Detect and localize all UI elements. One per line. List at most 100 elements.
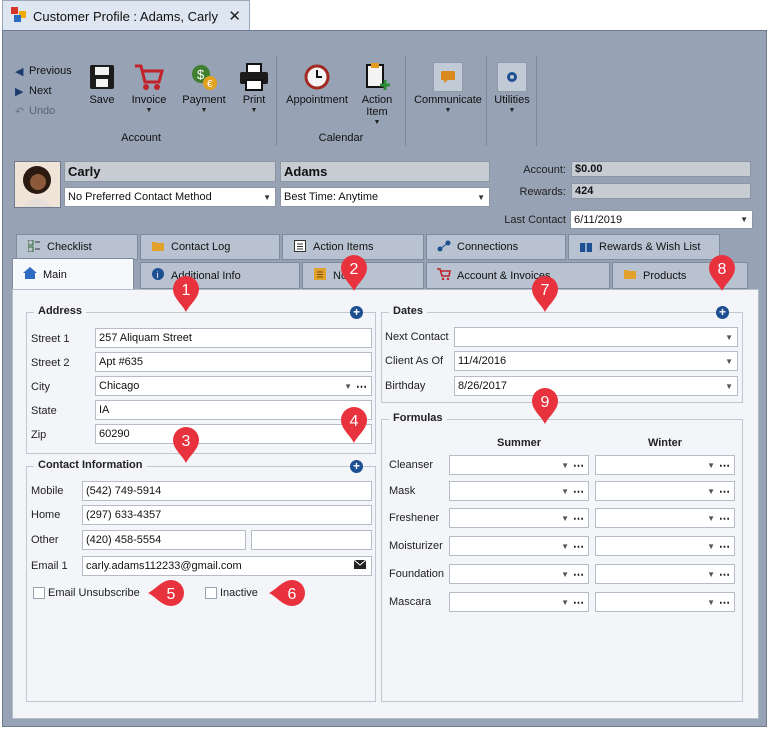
more-icon[interactable]: ⋯ (573, 596, 584, 609)
moisturizer-winter-select[interactable]: ▼ ⋯ (595, 536, 735, 556)
client-as-of-select[interactable]: 11/4/2016 ▼ (454, 351, 738, 371)
tab-account-invoices[interactable]: Account & Invoices (426, 262, 610, 289)
add-contact-icon[interactable]: + (350, 460, 363, 473)
chevron-down-icon: ▼ (561, 541, 569, 551)
other-phone-input[interactable]: (420) 458-5554 (82, 530, 246, 550)
gear-icon (497, 62, 527, 92)
connections-icon (437, 240, 451, 255)
cleanser-summer-select[interactable]: ▼ ⋯ (449, 455, 589, 475)
cleanser-winter-select[interactable]: ▼ ⋯ (595, 455, 735, 475)
client-as-of-label: Client As Of (385, 355, 444, 367)
state-input[interactable]: IA (95, 400, 372, 420)
utilities-button[interactable]: Utilities ▼ (490, 60, 534, 114)
envelope-icon[interactable] (353, 559, 367, 572)
previous-button[interactable]: ◀ Previous (15, 61, 72, 81)
formula-row-label: Mascara (389, 596, 432, 608)
email-unsubscribe-checkbox[interactable] (33, 587, 45, 599)
list-icon (293, 239, 307, 255)
tab-main[interactable]: Main (12, 258, 134, 290)
home-phone-input[interactable]: (297) 633-4357 (82, 505, 372, 525)
freshener-winter-select[interactable]: ▼ ⋯ (595, 508, 735, 528)
mascara-winter-select[interactable]: ▼ ⋯ (595, 592, 735, 612)
mascara-summer-select[interactable]: ▼ ⋯ (449, 592, 589, 612)
chevron-down-icon: ▼ (707, 513, 715, 523)
tab-connections[interactable]: Connections (426, 234, 566, 260)
add-address-icon[interactable]: + (350, 306, 363, 319)
add-date-icon[interactable]: + (716, 306, 729, 319)
chevron-down-icon: ▼ (707, 569, 715, 579)
mask-summer-select[interactable]: ▼ ⋯ (449, 481, 589, 501)
contact-method-select[interactable]: No Preferred Contact Method ▼ (64, 187, 276, 207)
other-phone-extra-input[interactable] (251, 530, 372, 550)
mobile-input[interactable]: (542) 749-5914 (82, 481, 372, 501)
more-icon[interactable]: ⋯ (573, 568, 584, 581)
inactive-label: Inactive (220, 587, 258, 599)
print-button[interactable]: Print ▼ (235, 60, 273, 114)
more-icon[interactable]: ⋯ (573, 512, 584, 525)
tab-rewards-wish-list[interactable]: Rewards & Wish List (568, 234, 720, 260)
more-icon[interactable]: ⋯ (356, 380, 367, 393)
next-label: Next (29, 85, 52, 97)
chevron-down-icon: ▼ (200, 107, 208, 114)
more-icon[interactable]: ⋯ (719, 485, 730, 498)
last-name-field[interactable]: Adams (280, 161, 490, 182)
chevron-down-icon: ▼ (707, 460, 715, 470)
chevron-down-icon: ▼ (250, 107, 258, 114)
next-button[interactable]: ▶ Next (15, 81, 72, 101)
more-icon[interactable]: ⋯ (719, 512, 730, 525)
email1-input[interactable]: carly.adams112233@gmail.com (82, 556, 372, 576)
freshener-summer-select[interactable]: ▼ ⋯ (449, 508, 589, 528)
document-tab[interactable]: Customer Profile : Adams, Carly ✕ (2, 0, 250, 31)
arrow-right-icon: ▶ (15, 85, 24, 98)
communicate-button[interactable]: Communicate ▼ (411, 60, 485, 114)
tab-contact-log[interactable]: Contact Log (140, 234, 280, 260)
tab-additional-info[interactable]: i Additional Info (140, 262, 300, 289)
summer-column-header: Summer (496, 437, 542, 449)
more-icon[interactable]: ⋯ (573, 540, 584, 553)
ribbon-separator (276, 56, 277, 146)
city-label: City (31, 381, 50, 393)
more-icon[interactable]: ⋯ (719, 596, 730, 609)
foundation-summer-select[interactable]: ▼ ⋯ (449, 564, 589, 584)
undo-button[interactable]: ↶ Undo (15, 101, 72, 121)
payment-button[interactable]: $ € Payment ▼ (177, 60, 231, 114)
foundation-winter-select[interactable]: ▼ ⋯ (595, 564, 735, 584)
more-icon[interactable]: ⋯ (573, 485, 584, 498)
tab-checklist[interactable]: Checklist (16, 234, 138, 260)
city-select[interactable]: Chicago ▼ ⋯ (95, 376, 372, 396)
action-item-button[interactable]: Action Item ▼ (357, 60, 397, 126)
zip-input[interactable]: 60290 (95, 424, 372, 444)
save-button[interactable]: Save (85, 60, 119, 106)
invoice-button[interactable]: Invoice ▼ (127, 60, 171, 114)
more-icon[interactable]: ⋯ (719, 568, 730, 581)
best-time-select[interactable]: Best Time: Anytime ▼ (280, 187, 490, 207)
inactive-checkbox[interactable] (205, 587, 217, 599)
next-contact-select[interactable]: ▼ (454, 327, 738, 347)
birthday-select[interactable]: 8/26/2017 ▼ (454, 376, 738, 396)
save-label: Save (89, 94, 115, 106)
mask-winter-select[interactable]: ▼ ⋯ (595, 481, 735, 501)
more-icon[interactable]: ⋯ (719, 459, 730, 472)
street1-input[interactable]: 257 Aliquam Street (95, 328, 372, 348)
svg-text:€: € (207, 79, 213, 90)
street2-value: Apt #635 (99, 356, 144, 368)
close-icon[interactable]: ✕ (228, 7, 241, 25)
street2-input[interactable]: Apt #635 (95, 352, 372, 372)
chevron-down-icon: ▼ (561, 460, 569, 470)
zip-label: Zip (31, 429, 47, 441)
avatar[interactable] (14, 161, 61, 208)
tab-checklist-label: Checklist (47, 241, 92, 253)
callout-marker-3: 3 (173, 427, 199, 463)
appointment-button[interactable]: Appointment (284, 60, 350, 106)
info-icon: i (151, 268, 165, 283)
last-contact-select[interactable]: 6/11/2019 ▼ (570, 210, 753, 229)
svg-text:6: 6 (288, 586, 297, 603)
undo-icon: ↶ (15, 105, 25, 118)
moisturizer-summer-select[interactable]: ▼ ⋯ (449, 536, 589, 556)
home-phone-value: (297) 633-4357 (86, 509, 162, 521)
more-icon[interactable]: ⋯ (573, 459, 584, 472)
more-icon[interactable]: ⋯ (719, 540, 730, 553)
callout-marker-1: 1 (173, 276, 199, 312)
other-phone-label: Other (31, 534, 59, 546)
first-name-field[interactable]: Carly (64, 161, 276, 182)
